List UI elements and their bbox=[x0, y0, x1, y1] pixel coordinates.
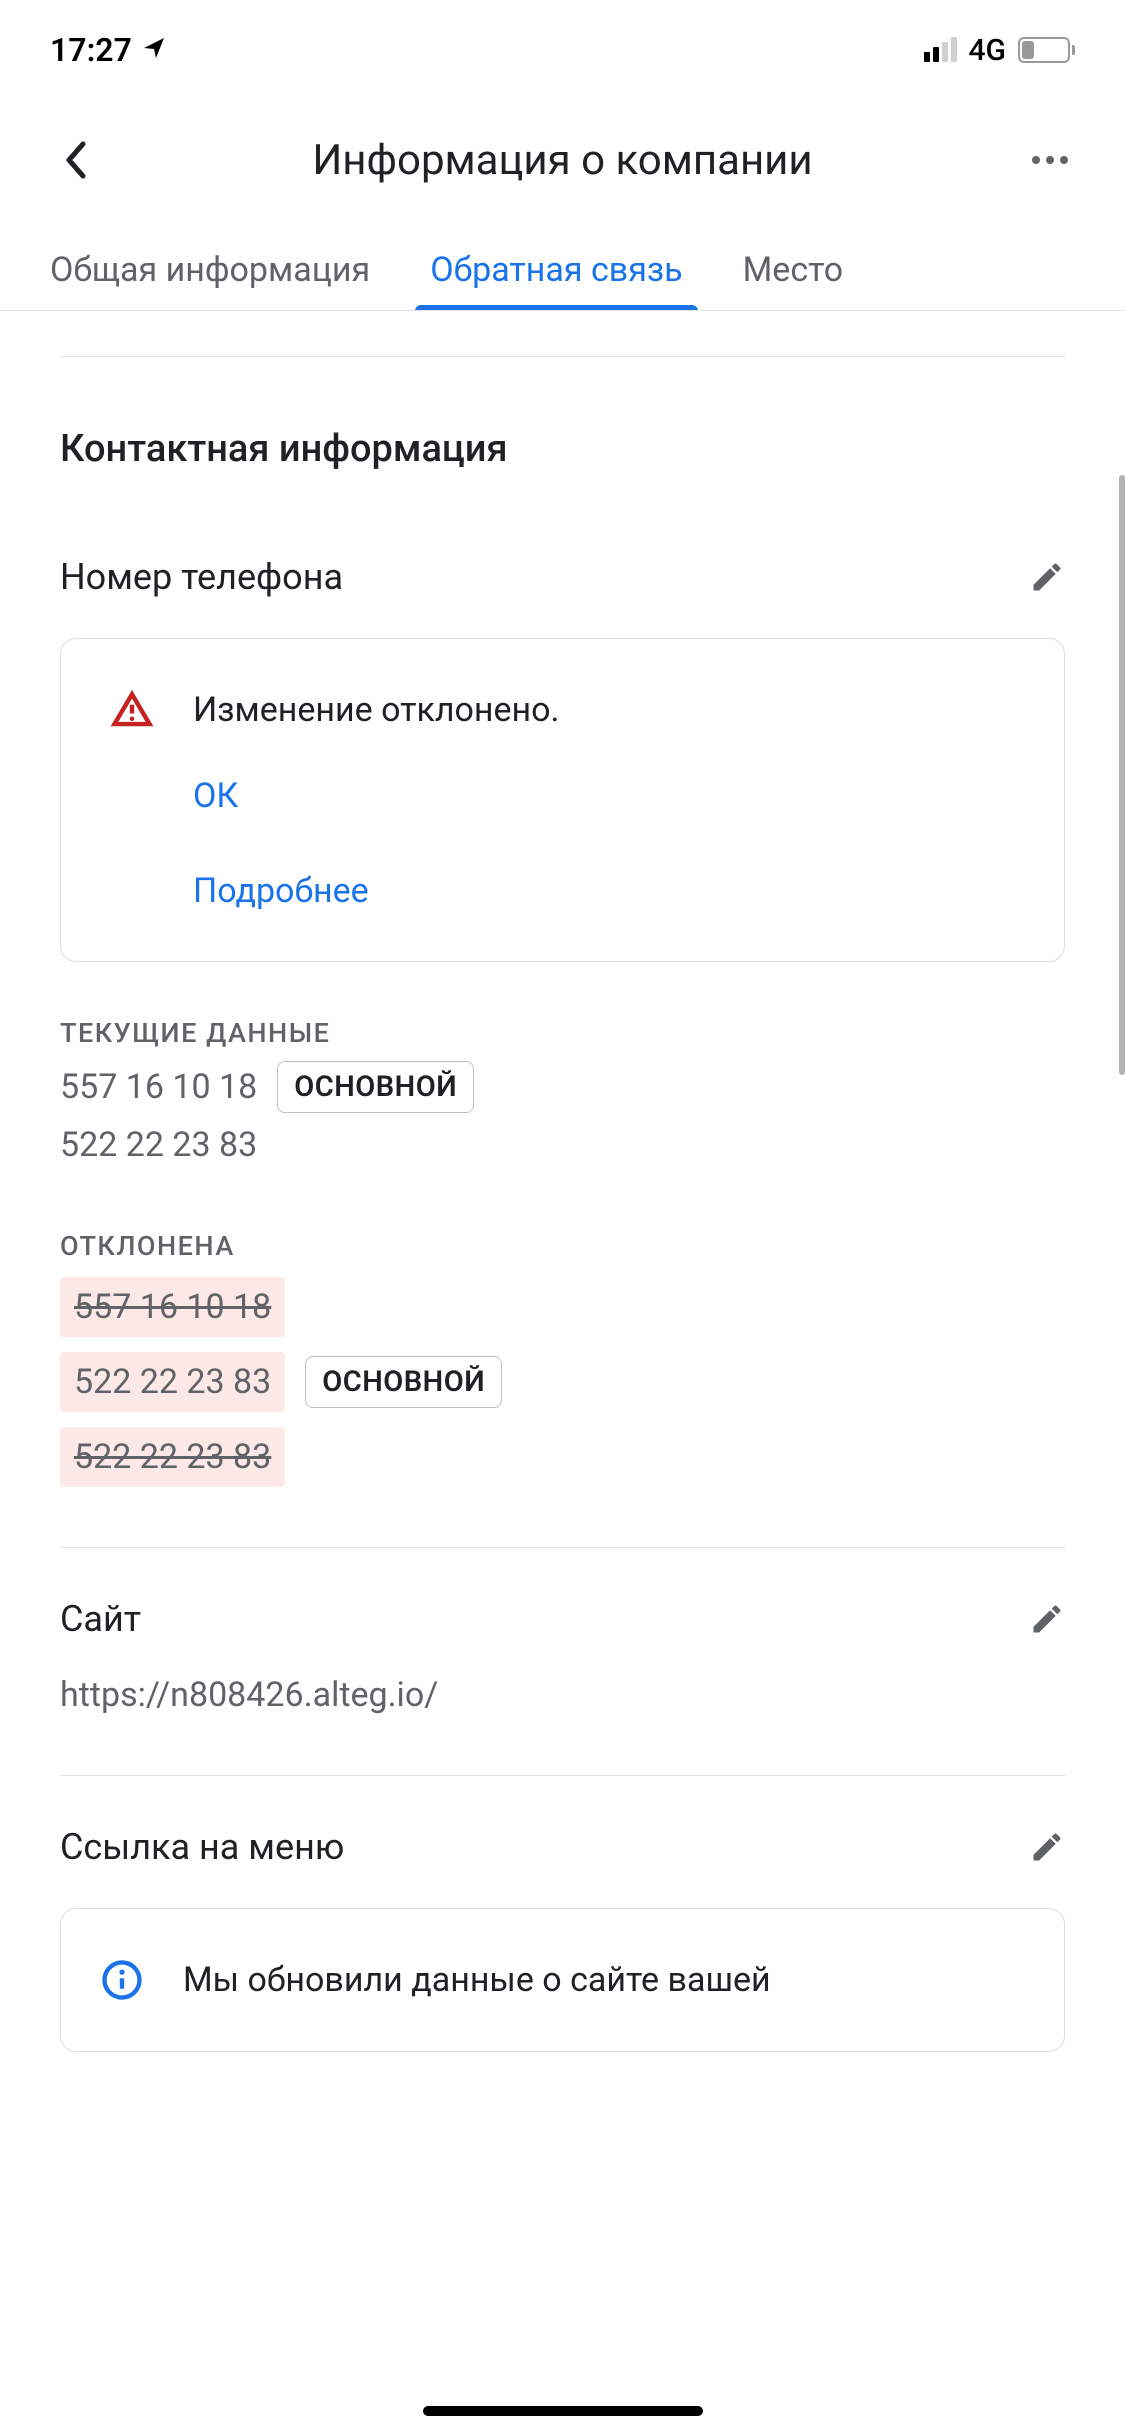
home-indicator[interactable] bbox=[423, 2406, 703, 2416]
more-icon bbox=[1032, 156, 1068, 164]
status-time: 17:27 bbox=[50, 31, 132, 69]
rejected-phone-row: 557 16 10 18 bbox=[60, 1277, 1065, 1337]
section-title: Контактная информация bbox=[60, 427, 1065, 471]
site-section: Сайт https://n808426.alteg.io/ bbox=[60, 1598, 1065, 1715]
menu-label: Ссылка на меню bbox=[60, 1826, 344, 1868]
chevron-left-icon bbox=[63, 140, 87, 180]
tabs: Общая информация Обратная связь Место bbox=[0, 230, 1125, 311]
pencil-icon[interactable] bbox=[1029, 559, 1065, 595]
menu-section: Ссылка на меню Мы обновили данные о сайт… bbox=[60, 1826, 1065, 2052]
alert-more-button[interactable]: Подробнее bbox=[193, 871, 1024, 911]
phone-label: Номер телефона bbox=[60, 556, 343, 598]
info-text: Мы обновили данные о сайте вашей bbox=[183, 1960, 771, 2000]
rejected-label: ОТКЛОНЕНА bbox=[60, 1230, 1065, 1262]
alert-message: Изменение отклонено. bbox=[193, 690, 560, 730]
location-icon bbox=[142, 34, 166, 67]
tab-general[interactable]: Общая информация bbox=[50, 230, 400, 310]
battery-icon: 24 bbox=[1018, 37, 1075, 63]
divider bbox=[60, 356, 1065, 357]
tab-location[interactable]: Место bbox=[713, 230, 874, 310]
warning-icon bbox=[111, 689, 153, 731]
current-phone-row: 557 16 10 18 ОСНОВНОЙ bbox=[60, 1061, 1065, 1113]
info-icon bbox=[101, 1959, 143, 2001]
divider bbox=[60, 1547, 1065, 1548]
signal-icon bbox=[924, 38, 957, 62]
rejected-phone-row: 522 22 23 83 ОСНОВНОЙ bbox=[60, 1352, 1065, 1412]
site-label: Сайт bbox=[60, 1598, 141, 1640]
pencil-icon[interactable] bbox=[1029, 1829, 1065, 1865]
more-button[interactable] bbox=[1025, 135, 1075, 185]
primary-badge: ОСНОВНОЙ bbox=[305, 1356, 502, 1408]
current-phone-row: 522 22 23 83 bbox=[60, 1125, 1065, 1165]
menu-row: Ссылка на меню bbox=[60, 1826, 1065, 1868]
site-row: Сайт bbox=[60, 1598, 1065, 1640]
tab-feedback[interactable]: Обратная связь bbox=[400, 230, 712, 310]
phone-number: 522 22 23 83 bbox=[60, 1125, 257, 1165]
site-url: https://n808426.alteg.io/ bbox=[60, 1675, 1065, 1715]
current-data-section: ТЕКУЩИЕ ДАННЫЕ 557 16 10 18 ОСНОВНОЙ 522… bbox=[60, 1017, 1065, 1165]
app-header: Информация о компании bbox=[0, 100, 1125, 230]
alert-box: Изменение отклонено. ОК Подробнее bbox=[60, 638, 1065, 962]
status-bar: 17:27 4G 24 bbox=[0, 0, 1125, 100]
divider bbox=[60, 1775, 1065, 1776]
scroll-indicator[interactable] bbox=[1119, 475, 1125, 1075]
alert-buttons: ОК Подробнее bbox=[193, 776, 1024, 911]
rejected-section: ОТКЛОНЕНА 557 16 10 18 522 22 23 83 ОСНО… bbox=[60, 1230, 1065, 1487]
rejected-phone-number: 557 16 10 18 bbox=[60, 1277, 285, 1337]
content: Контактная информация Номер телефона Изм… bbox=[0, 356, 1125, 2052]
rejected-phone-row: 522 22 23 83 bbox=[60, 1427, 1065, 1487]
current-data-label: ТЕКУЩИЕ ДАННЫЕ bbox=[60, 1017, 1065, 1049]
back-button[interactable] bbox=[50, 135, 100, 185]
status-right: 4G 24 bbox=[924, 33, 1076, 68]
primary-badge: ОСНОВНОЙ bbox=[277, 1061, 474, 1113]
alert-ok-button[interactable]: ОК bbox=[193, 776, 1024, 816]
alert-header: Изменение отклонено. bbox=[111, 689, 1024, 731]
phone-field-row: Номер телефона bbox=[60, 556, 1065, 598]
rejected-phone-number: 522 22 23 83 bbox=[60, 1427, 285, 1487]
pencil-icon[interactable] bbox=[1029, 1601, 1065, 1637]
info-box: Мы обновили данные о сайте вашей bbox=[60, 1908, 1065, 2052]
rejected-phone-number: 522 22 23 83 bbox=[60, 1352, 285, 1412]
page-title: Информация о компании bbox=[100, 136, 1025, 185]
status-left: 17:27 bbox=[50, 31, 166, 69]
network-label: 4G bbox=[969, 33, 1007, 68]
phone-number: 557 16 10 18 bbox=[60, 1067, 257, 1107]
